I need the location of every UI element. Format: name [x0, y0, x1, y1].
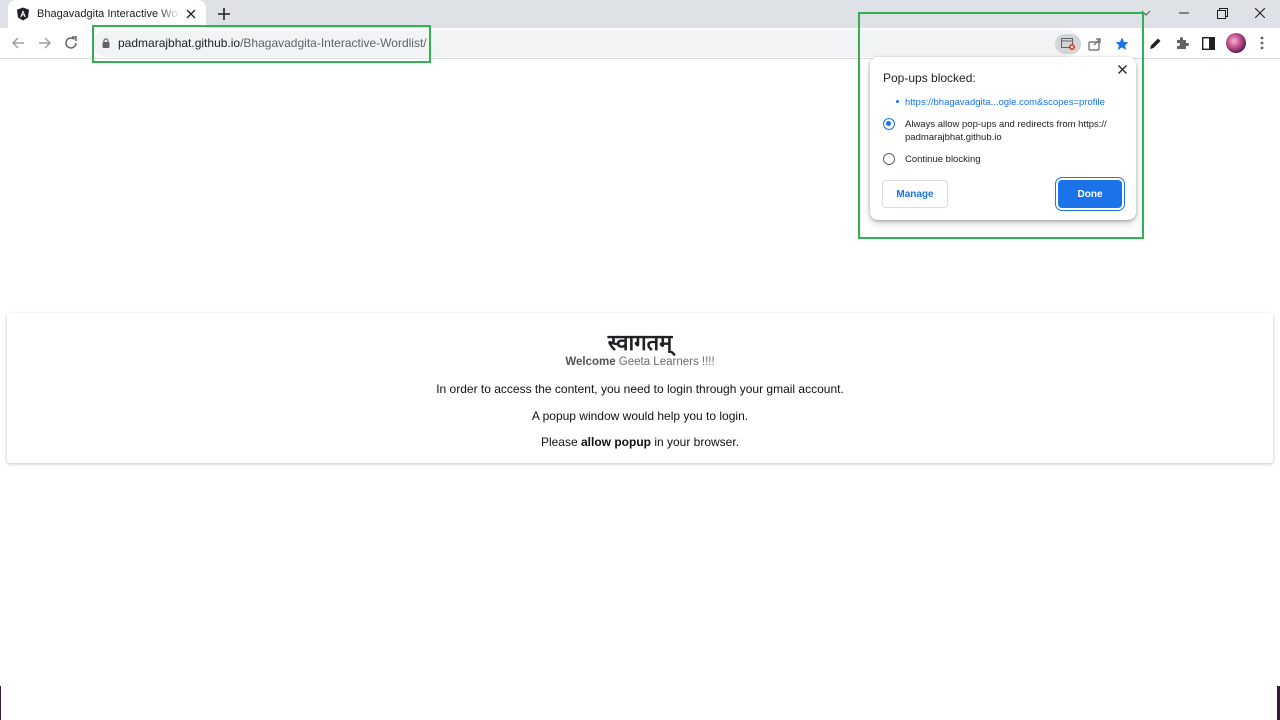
- minimize-icon[interactable]: [1176, 5, 1192, 21]
- login-instruction: In order to access the content, you need…: [436, 382, 844, 396]
- welcome-card: स्वागतम् Welcome Geeta Learners !!!! In …: [7, 313, 1273, 463]
- close-window-icon[interactable]: [1252, 5, 1268, 21]
- menu-kebab-icon[interactable]: [1254, 35, 1270, 51]
- extensions-puzzle-icon[interactable]: [1174, 35, 1190, 51]
- tab-title: Bhagavadgita Interactive Wordlist: [37, 8, 181, 20]
- tab-close-icon[interactable]: [184, 6, 198, 22]
- profile-avatar[interactable]: [1226, 33, 1246, 53]
- browser-tab[interactable]: Bhagavadgita Interactive Wordlist: [8, 0, 206, 28]
- popup-instruction: A popup window would help you to login.: [531, 409, 749, 423]
- address-highlight-box: [92, 25, 431, 63]
- new-tab-icon[interactable]: [216, 6, 232, 22]
- edit-pencil-icon[interactable]: [1147, 35, 1163, 51]
- angular-icon: [17, 7, 29, 21]
- side-panel-icon[interactable]: [1200, 35, 1216, 51]
- welcome-line: Welcome Geeta Learners !!!!: [565, 356, 715, 368]
- popup-highlight-box: [858, 12, 1144, 239]
- allow-popup-instruction: Please allow popup in your browser.: [540, 435, 740, 449]
- window-edge: [0, 686, 1, 720]
- back-arrow-icon[interactable]: [10, 35, 26, 51]
- page-heading: स्वागतम्: [607, 330, 673, 355]
- forward-arrow-icon[interactable]: [37, 35, 53, 51]
- restore-icon[interactable]: [1214, 5, 1230, 21]
- reload-icon[interactable]: [63, 35, 79, 51]
